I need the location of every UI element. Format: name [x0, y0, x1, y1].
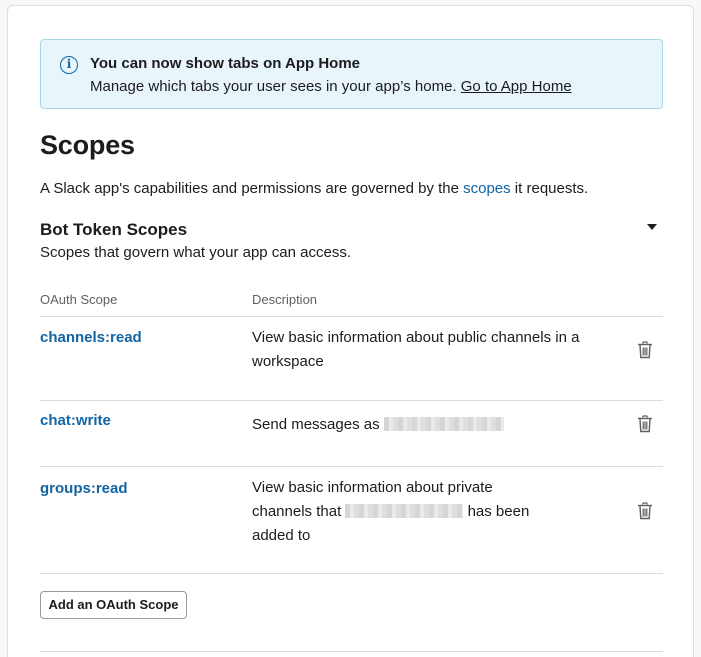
page-title: Scopes	[40, 130, 135, 160]
chat-write-description-text: Send messages as	[252, 416, 384, 433]
redacted-app-name	[383, 417, 504, 431]
delete-scope-trash-icon[interactable]	[637, 502, 653, 520]
delete-scope-trash-icon[interactable]	[637, 415, 653, 433]
row-divider	[40, 316, 663, 317]
bot-token-scopes-heading: Bot Token Scopes	[40, 220, 188, 239]
app-home-banner: i You can now show tabs on App Home Mana…	[40, 39, 663, 109]
delete-scope-trash-icon[interactable]	[637, 341, 653, 359]
scopes-link[interactable]: scopes	[463, 180, 511, 197]
scope-name-groups-read[interactable]: groups:read	[40, 480, 128, 497]
scope-description-chat-write: Send messages as	[252, 413, 582, 437]
scope-name-chat-write[interactable]: chat:write	[40, 412, 111, 429]
subtitle-text-after: it requests.	[510, 180, 589, 197]
row-divider	[40, 400, 663, 401]
scope-name-channels-read[interactable]: channels:read	[40, 329, 142, 346]
subtitle-text-before: A Slack app's capabilities and permissio…	[40, 180, 464, 197]
add-oauth-scope-button[interactable]: Add an OAuth Scope	[40, 591, 187, 619]
row-divider	[40, 573, 663, 574]
banner-message: Manage which tabs your user sees in your…	[90, 78, 461, 95]
column-header-oauth-scope: OAuth Scope	[40, 292, 118, 307]
scope-description-groups-read: View basic information about private cha…	[252, 476, 552, 548]
info-icon: i	[60, 56, 78, 74]
page-subtitle: A Slack app's capabilities and permissio…	[40, 180, 588, 197]
row-divider	[40, 466, 663, 467]
go-to-app-home-link[interactable]: Go to App Home	[461, 78, 572, 95]
scope-description-channels-read: View basic information about public chan…	[252, 329, 580, 370]
section-divider	[40, 651, 663, 652]
column-header-description: Description	[252, 292, 318, 307]
banner-text: Manage which tabs your user sees in your…	[90, 78, 572, 95]
bot-token-scopes-description: Scopes that govern what your app can acc…	[40, 244, 352, 261]
banner-title: You can now show tabs on App Home	[90, 55, 361, 72]
collapse-caret-icon[interactable]	[647, 224, 657, 230]
redacted-app-name	[345, 504, 464, 518]
scopes-card: i You can now show tabs on App Home Mana…	[7, 5, 694, 657]
